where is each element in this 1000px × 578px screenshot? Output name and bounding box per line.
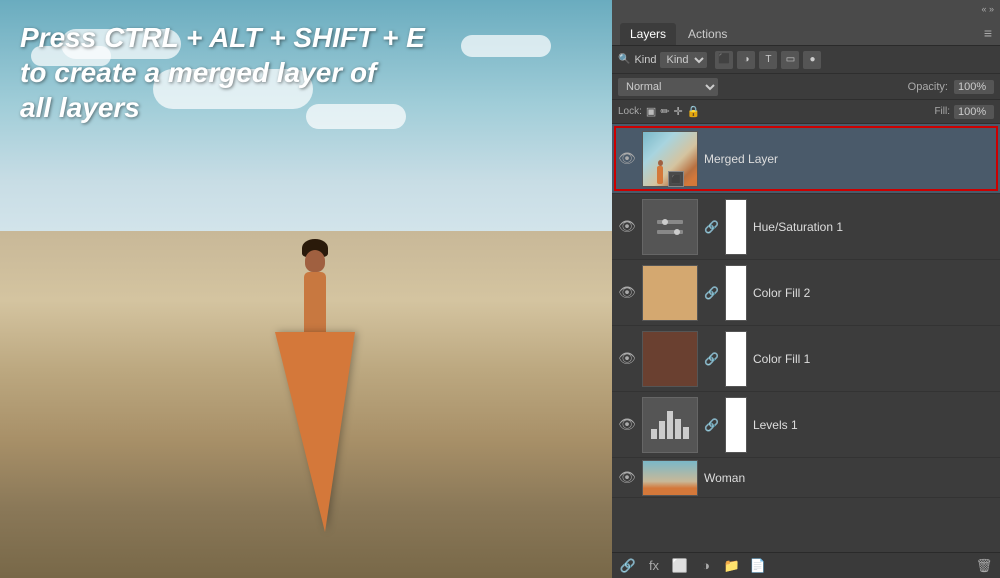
filter-adjustment-icon[interactable]: ◑	[737, 51, 755, 69]
search-icon: 🔍	[618, 54, 630, 65]
overlay-text: Press CTRL + ALT + SHIFT + E to create a…	[20, 20, 425, 125]
layer-link-hue-sat: 🔗	[704, 220, 719, 234]
layer-mask-color-fill-2	[725, 265, 747, 321]
layer-row-levels[interactable]: 👁 🔗 Levels 1	[612, 392, 1000, 458]
filter-dropdown[interactable]: Kind	[660, 52, 707, 68]
layer-visibility-color-fill-1[interactable]: 👁	[618, 350, 636, 367]
thumb-figure	[657, 166, 663, 184]
opacity-label: Opacity:	[908, 81, 948, 93]
levels-bar-3	[667, 411, 673, 439]
torso	[304, 272, 326, 332]
levels-bar-1	[651, 429, 657, 439]
levels-bars	[651, 411, 689, 439]
head	[305, 250, 325, 272]
levels-bar-5	[683, 427, 689, 439]
lock-row: Lock: ▣ ✏ ✛ 🔒 Fill: 100%	[612, 100, 1000, 124]
layer-thumb-levels	[642, 397, 698, 453]
filter-row: 🔍 Kind Kind ⬛ ◑ T ▭ ●	[612, 46, 1000, 74]
overlay-line3: all layers	[20, 90, 425, 125]
layer-name-woman: Woman	[704, 471, 994, 485]
layer-name-hue-sat: Hue/Saturation 1	[753, 220, 994, 234]
opacity-value[interactable]: 100%	[954, 80, 994, 94]
layers-toolbar: 🔗 fx ⬜ ◑ 📁 📄 🗑	[612, 552, 1000, 578]
layer-name-color-fill-2: Color Fill 2	[753, 286, 994, 300]
hue-sat-icon	[655, 212, 685, 242]
figure	[275, 252, 355, 532]
thumb-woman-image	[643, 461, 697, 495]
filter-type-icon[interactable]: T	[759, 51, 777, 69]
levels-bar-2	[659, 421, 665, 439]
blend-mode-dropdown[interactable]: Normal Multiply Screen Overlay	[618, 78, 718, 96]
skirt	[275, 332, 355, 532]
add-adjustment-icon[interactable]: ◑	[696, 558, 716, 573]
layer-thumb-woman	[642, 460, 698, 496]
layers-panel: Layers Actions ≡ 🔍 Kind Kind ⬛ ◑ T ▭ ●	[612, 18, 1000, 578]
filter-shape-icon[interactable]: ▭	[781, 51, 799, 69]
layer-link-color-fill-1: 🔗	[704, 352, 719, 366]
thumb-color-fill-1-image	[643, 332, 697, 386]
tab-actions[interactable]: Actions	[678, 23, 737, 45]
overlay-line2: to create a merged layer of	[20, 55, 425, 90]
lock-transparent-icon[interactable]: ▣	[646, 105, 656, 118]
filter-smart-icon[interactable]: ●	[803, 51, 821, 69]
panel-tabs: Layers Actions ≡	[612, 18, 1000, 46]
layer-name-levels: Levels 1	[753, 418, 994, 432]
panel-menu-icon[interactable]: ≡	[984, 25, 992, 45]
layer-name-color-fill-1: Color Fill 1	[753, 352, 994, 366]
filter-pixel-icon[interactable]: ⬛	[715, 51, 733, 69]
lock-all-icon[interactable]: 🔒	[687, 105, 701, 118]
layer-link-color-fill-2: 🔗	[704, 286, 719, 300]
add-group-icon[interactable]: 📁	[722, 558, 742, 574]
layer-thumb-hue-sat	[642, 199, 698, 255]
fill-value[interactable]: 100%	[954, 105, 994, 119]
filter-kind-label: Kind	[634, 54, 656, 66]
layer-visibility-levels[interactable]: 👁	[618, 416, 636, 433]
delete-layer-icon[interactable]: 🗑	[974, 558, 994, 574]
layer-name-merged: Merged Layer	[704, 152, 994, 166]
lock-move-icon[interactable]: ✛	[674, 105, 683, 118]
smart-object-badge: ⬛	[668, 171, 684, 187]
layer-row-color-fill-1[interactable]: 👁 🔗 Color Fill 1	[612, 326, 1000, 392]
layer-row-hue-sat[interactable]: 👁 🔗 Hue/Saturation 1	[612, 194, 1000, 260]
levels-bar-4	[675, 419, 681, 439]
lock-label: Lock:	[618, 106, 642, 117]
layer-mask-levels	[725, 397, 747, 453]
thumb-head	[658, 160, 663, 166]
resize-bar: « »	[612, 0, 1000, 18]
layer-thumb-color-fill-2	[642, 265, 698, 321]
add-mask-icon[interactable]: ⬜	[670, 558, 690, 574]
lock-icons: ▣ ✏ ✛ 🔒	[646, 105, 701, 118]
cloud	[461, 35, 551, 57]
layer-row-color-fill-2[interactable]: 👁 🔗 Color Fill 2	[612, 260, 1000, 326]
layer-thumb-color-fill-1	[642, 331, 698, 387]
layer-mask-color-fill-1	[725, 331, 747, 387]
fill-label: Fill:	[934, 106, 950, 117]
tab-layers[interactable]: Layers	[620, 23, 676, 45]
layer-visibility-woman[interactable]: 👁	[618, 469, 636, 486]
layer-visibility-merged[interactable]: 👁	[618, 150, 636, 167]
layer-row-woman[interactable]: 👁 Woman	[612, 458, 1000, 498]
layers-list[interactable]: 👁 ⬛ Merged Layer 👁	[612, 124, 1000, 552]
layer-effects-icon[interactable]: fx	[644, 558, 664, 573]
figure-body	[295, 252, 335, 532]
layer-row-merged[interactable]: 👁 ⬛ Merged Layer	[612, 124, 1000, 194]
new-layer-icon[interactable]: 📄	[748, 558, 768, 574]
overlay-line1: Press CTRL + ALT + SHIFT + E	[20, 20, 425, 55]
lock-paint-icon[interactable]: ✏	[660, 105, 669, 118]
link-layers-icon[interactable]: 🔗	[618, 558, 638, 574]
resize-arrows[interactable]: « »	[981, 4, 994, 14]
filter-icons: ⬛ ◑ T ▭ ●	[715, 51, 821, 69]
thumb-color-fill-2-image	[643, 266, 697, 320]
layer-visibility-color-fill-2[interactable]: 👁	[618, 284, 636, 301]
panels: « » Layers Actions ≡ 🔍 Kind Kind ⬛ ◑ T ▭…	[612, 0, 1000, 578]
layer-link-levels: 🔗	[704, 418, 719, 432]
layer-mask-hue-sat	[725, 199, 747, 255]
canvas-area: Press CTRL + ALT + SHIFT + E to create a…	[0, 0, 612, 578]
layer-visibility-hue-sat[interactable]: 👁	[618, 218, 636, 235]
blend-row: Normal Multiply Screen Overlay Opacity: …	[612, 74, 1000, 100]
